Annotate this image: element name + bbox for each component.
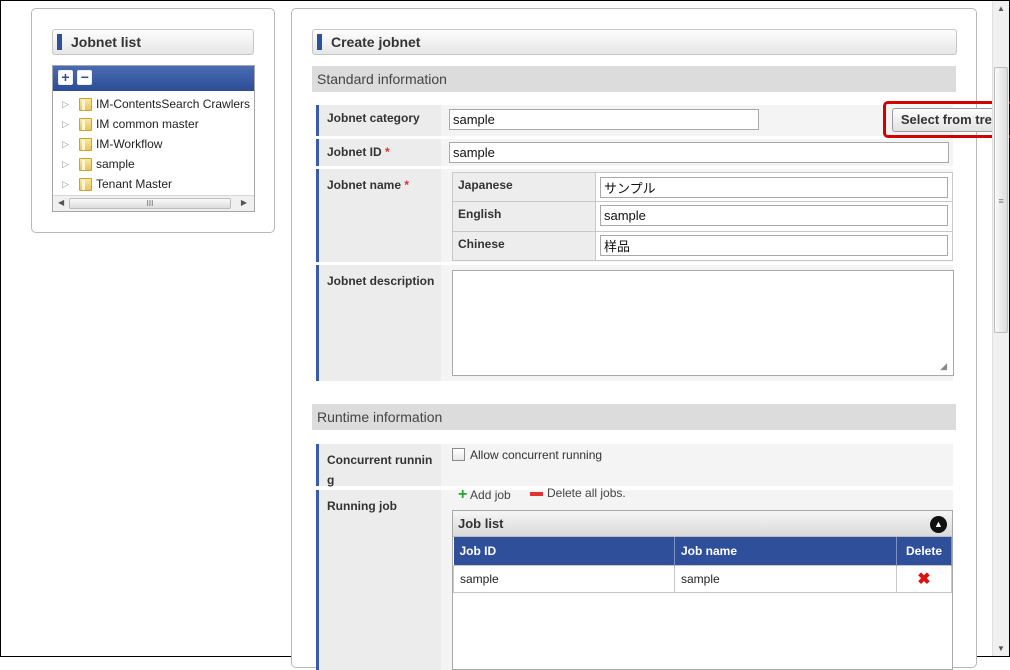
jobnet-description-label: Jobnet description [316, 265, 441, 381]
scroll-thumb[interactable]: III [69, 198, 231, 209]
tree-horizontal-scrollbar[interactable]: ◀ III ▶ [53, 195, 254, 211]
language-label-chinese: Chinese [452, 230, 596, 262]
tree-node[interactable]: ▷ IM-Workflow [53, 134, 254, 154]
select-from-tree-highlight: Select from tree [883, 101, 1010, 138]
jobnet-id-row: Jobnet ID * [316, 139, 953, 166]
required-marker: * [404, 178, 410, 192]
tree-node-label[interactable]: IM common master [96, 117, 199, 131]
concurrent-running-label: Concurrent runnin g [316, 444, 441, 487]
collapse-all-button[interactable]: − [77, 70, 93, 85]
jobnet-list-title: Jobnet list [52, 29, 254, 55]
tree-node[interactable]: ▷ Tenant Master [53, 174, 254, 191]
create-jobnet-panel: Create jobnet Standard information Jobne… [291, 8, 1010, 670]
standard-information-heading: Standard information [312, 66, 956, 92]
expand-arrow-icon[interactable]: ▷ [62, 134, 69, 154]
jobnet-name-chinese-input[interactable] [600, 234, 948, 256]
jobnet-description-textarea[interactable] [452, 270, 954, 376]
language-label-english: English [452, 201, 596, 232]
jobnet-name-english-input[interactable] [600, 205, 948, 227]
folder-icon [79, 98, 92, 111]
job-list-header: Job list ▲ [453, 511, 952, 537]
jobnet-id-label: Jobnet ID * [316, 139, 441, 166]
runtime-information-heading: Runtime information [312, 404, 956, 430]
tree-node-label[interactable]: sample [96, 157, 135, 171]
folder-icon [79, 158, 92, 171]
scroll-down-icon[interactable]: ▼ [997, 644, 1005, 653]
folder-icon [79, 138, 92, 151]
table-row: sample sample ✖ [453, 564, 952, 593]
jobnet-category-label: Jobnet category [316, 105, 441, 136]
resize-grip-icon[interactable]: ◢ [940, 361, 947, 372]
expand-arrow-icon[interactable]: ▷ [62, 94, 69, 114]
jobnet-name-label: Jobnet name * [316, 169, 441, 262]
scroll-right-icon[interactable]: ▶ [241, 198, 247, 207]
page-title: Create jobnet [312, 29, 957, 55]
job-name-cell: sample [674, 564, 897, 593]
tree-node-label[interactable]: IM-ContentsSearch Crawlers [96, 97, 250, 111]
jobnet-category-input[interactable] [449, 109, 759, 130]
scroll-left-icon[interactable]: ◀ [58, 198, 64, 207]
jobnet-category-row: Jobnet category Select from tree [316, 101, 1010, 138]
folder-icon [79, 178, 92, 191]
delete-job-icon[interactable]: ✖ [896, 564, 952, 593]
jobnet-name-japanese-input[interactable] [600, 177, 948, 198]
jobnet-tree: + − ▷ IM-ContentsSearch Crawlers ▷ IM comm… [52, 65, 255, 212]
jobnet-id-input[interactable] [449, 142, 949, 163]
tree-node[interactable]: ▷ IM common master [53, 114, 254, 134]
folder-icon [79, 118, 92, 131]
job-id-cell: sample [453, 564, 675, 593]
delete-all-jobs-link[interactable]: Delete all jobs. [530, 486, 626, 500]
collapse-up-icon[interactable]: ▲ [930, 516, 947, 533]
column-header-job-name[interactable]: Job name [674, 537, 897, 565]
tree-toolbar: + − [53, 66, 254, 91]
running-job-label: Running job [316, 490, 441, 670]
page-vertical-scrollbar[interactable]: ▲ ≡ ▼ [992, 1, 1009, 656]
jobnet-name-languages: Japanese English Chinese [452, 171, 953, 262]
expand-arrow-icon[interactable]: ▷ [62, 114, 69, 134]
allow-concurrent-checkbox[interactable] [452, 448, 465, 461]
allow-concurrent-label[interactable]: Allow concurrent running [470, 448, 602, 462]
jobs-table: Job ID Job name Delete sample sample ✖ [453, 537, 952, 593]
required-marker: * [385, 145, 390, 159]
plus-icon: + [458, 486, 468, 503]
job-list: Job list ▲ Job ID Job name Delete sample… [452, 510, 953, 670]
add-job-link[interactable]: + Add job [458, 486, 511, 504]
tree-node-label[interactable]: IM-Workflow [96, 137, 162, 151]
minus-icon [530, 491, 543, 496]
running-job-row: Running job + Add job Delete all jobs. J… [316, 486, 953, 670]
column-header-delete: Delete [896, 537, 952, 565]
concurrent-running-row: Concurrent runnin g Allow concurrent runn… [316, 444, 953, 487]
expand-arrow-icon[interactable]: ▷ [62, 154, 69, 174]
jobnet-list-panel: Jobnet list + − ▷ IM-ContentsSearch Crawl… [31, 8, 275, 233]
jobnet-description-row: Jobnet description ◢ [316, 265, 954, 381]
column-header-job-id[interactable]: Job ID [453, 537, 675, 565]
language-label-japanese: Japanese [452, 171, 596, 203]
job-list-title: Job list [458, 516, 504, 531]
jobnet-name-row: Jobnet name * Japanese English Chinese [316, 169, 953, 262]
tree-node[interactable]: ▷ IM-ContentsSearch Crawlers [53, 94, 254, 114]
select-from-tree-button[interactable]: Select from tree [892, 108, 1008, 132]
expand-all-button[interactable]: + [58, 70, 73, 85]
tree-node[interactable]: ▷ sample [53, 154, 254, 174]
tree-node-label[interactable]: Tenant Master [96, 177, 172, 191]
expand-arrow-icon[interactable]: ▷ [62, 174, 69, 191]
scroll-up-icon[interactable]: ▲ [997, 4, 1005, 13]
scroll-thumb[interactable]: ≡ [994, 67, 1008, 333]
